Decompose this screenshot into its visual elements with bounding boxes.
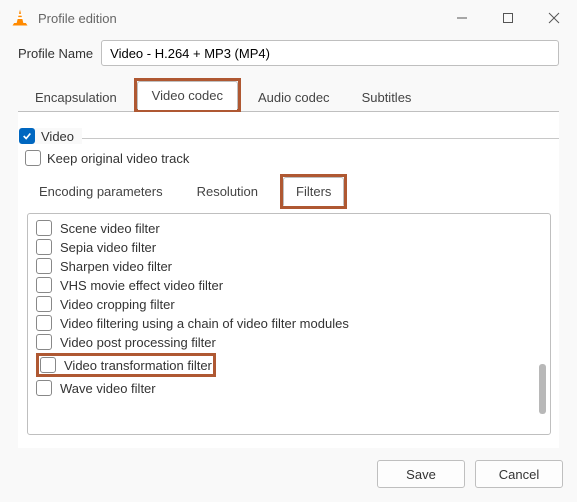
keep-original-label: Keep original video track <box>47 151 189 166</box>
filter-label: Wave video filter <box>60 381 156 396</box>
filter-item: Sepia video filter <box>36 239 542 255</box>
filter-item: Video post processing filter <box>36 334 542 350</box>
tab-audio-codec[interactable]: Audio codec <box>243 83 345 111</box>
filter-checkbox[interactable] <box>36 380 52 396</box>
filter-item: Scene video filter <box>36 220 542 236</box>
save-button[interactable]: Save <box>377 460 465 488</box>
filter-label: Video transformation filter <box>64 358 212 373</box>
filter-item: Wave video filter <box>36 380 542 396</box>
video-fieldset: Video <box>19 128 559 144</box>
filter-checkbox[interactable] <box>36 315 52 331</box>
profile-name-label: Profile Name <box>18 46 93 61</box>
sub-tabs: Encoding parameters Resolution Filters <box>27 174 559 209</box>
filter-label: Sepia video filter <box>60 240 156 255</box>
subtab-resolution[interactable]: Resolution <box>185 178 270 205</box>
close-button[interactable] <box>531 0 577 36</box>
highlight-filters: Filters <box>280 174 347 209</box>
filter-label: Video filtering using a chain of video f… <box>60 316 349 331</box>
subtab-filters[interactable]: Filters <box>283 177 344 206</box>
highlight-video-codec: Video codec <box>134 78 241 112</box>
filter-item: VHS movie effect video filter <box>36 277 542 293</box>
filter-label: Video cropping filter <box>60 297 175 312</box>
tab-video-codec[interactable]: Video codec <box>137 81 238 109</box>
filter-item: Sharpen video filter <box>36 258 542 274</box>
highlight-transformation: Video transformation filter <box>36 353 216 377</box>
video-checkbox[interactable] <box>19 128 35 144</box>
main-tabs: Encapsulation Video codec Audio codec Su… <box>18 78 559 112</box>
window-title: Profile edition <box>38 11 439 26</box>
filters-list-box: Scene video filter Sepia video filter Sh… <box>27 213 551 435</box>
filter-checkbox[interactable] <box>36 239 52 255</box>
cancel-button[interactable]: Cancel <box>475 460 563 488</box>
filter-item: Video cropping filter <box>36 296 542 312</box>
profile-edition-window: Profile edition Profile Name Encapsulati… <box>0 0 577 502</box>
minimize-button[interactable] <box>439 0 485 36</box>
maximize-button[interactable] <box>485 0 531 36</box>
vlc-cone-icon <box>10 8 30 28</box>
filter-checkbox[interactable] <box>36 220 52 236</box>
filter-checkbox[interactable] <box>36 296 52 312</box>
filter-item: Video filtering using a chain of video f… <box>36 315 542 331</box>
tab-encapsulation[interactable]: Encapsulation <box>20 83 132 111</box>
filter-label: Sharpen video filter <box>60 259 172 274</box>
title-bar: Profile edition <box>0 0 577 36</box>
filter-checkbox[interactable] <box>36 258 52 274</box>
filter-label: Video post processing filter <box>60 335 216 350</box>
dialog-footer: Save Cancel <box>0 448 577 502</box>
tab-subtitles[interactable]: Subtitles <box>347 83 427 111</box>
filter-checkbox[interactable] <box>40 357 56 373</box>
filter-checkbox[interactable] <box>36 334 52 350</box>
video-label: Video <box>41 129 74 144</box>
filter-checkbox[interactable] <box>36 277 52 293</box>
filter-label: VHS movie effect video filter <box>60 278 223 293</box>
subtab-encoding[interactable]: Encoding parameters <box>27 178 175 205</box>
filter-label: Scene video filter <box>60 221 160 236</box>
keep-original-checkbox[interactable] <box>25 150 41 166</box>
filter-item: Video transformation filter <box>36 353 542 377</box>
profile-name-input[interactable] <box>101 40 559 66</box>
scrollbar-thumb[interactable] <box>539 364 546 414</box>
